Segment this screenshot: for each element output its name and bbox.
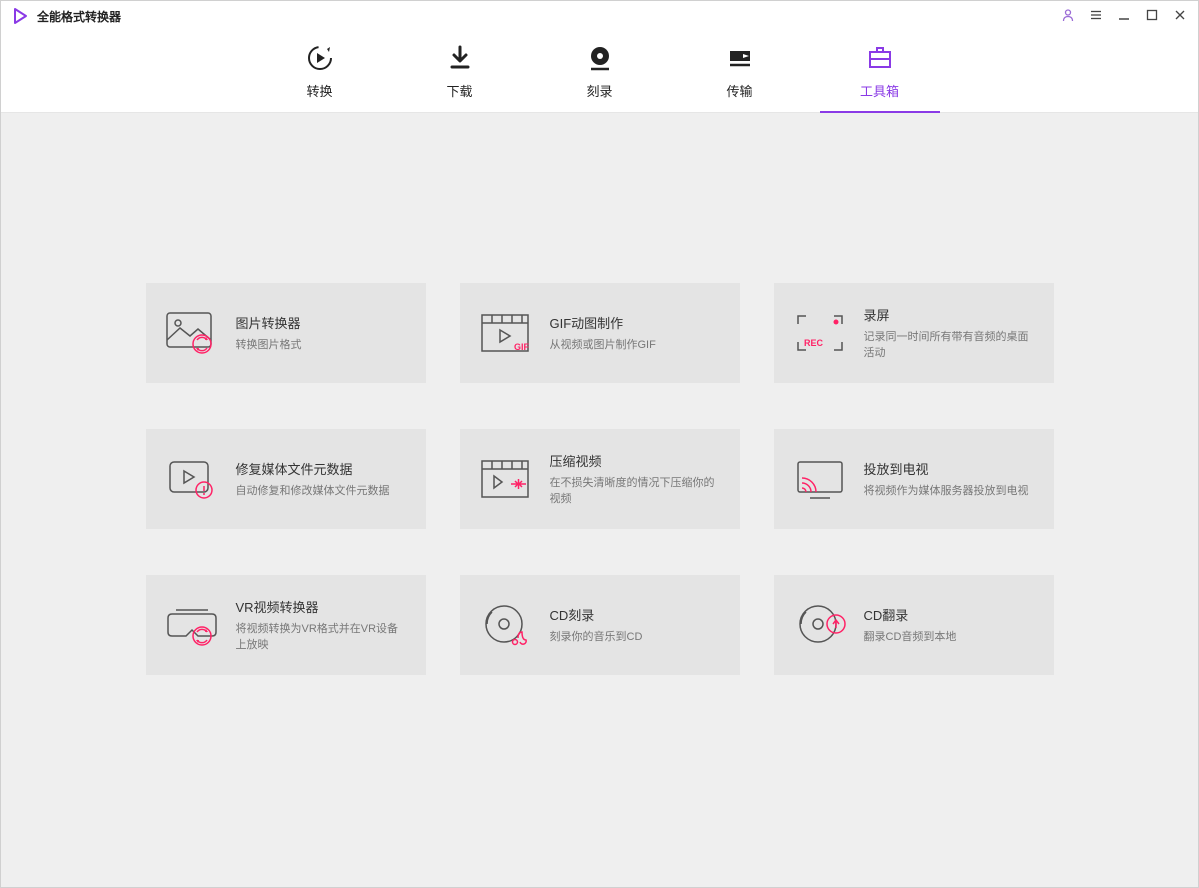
card-desc: 记录同一时间所有带有音频的桌面活动 <box>864 330 1036 361</box>
card-title: GIF动图制作 <box>550 313 656 332</box>
titlebar: 全能格式转换器 <box>1 1 1198 31</box>
svg-text:REC: REC <box>804 338 824 348</box>
compress-video-icon <box>478 451 534 507</box>
nav-label: 工具箱 <box>860 81 899 100</box>
cd-rip-icon <box>792 597 848 653</box>
card-text: VR视频转换器 将视频转换为VR格式并在VR设备上放映 <box>236 597 408 653</box>
toolbox-icon <box>865 43 895 73</box>
card-text: 录屏 记录同一时间所有带有音频的桌面活动 <box>864 305 1036 361</box>
nav-burn[interactable]: 刻录 <box>570 31 630 112</box>
card-desc: 自动修复和修改媒体文件元数据 <box>236 484 390 499</box>
card-title: VR视频转换器 <box>236 597 408 616</box>
card-desc: 翻录CD音频到本地 <box>864 630 957 645</box>
vr-converter-icon <box>164 597 220 653</box>
nav-download[interactable]: 下载 <box>430 31 490 112</box>
nav-convert[interactable]: 转换 <box>290 31 350 112</box>
card-title: CD刻录 <box>550 605 643 624</box>
convert-icon <box>305 43 335 73</box>
download-icon <box>445 43 475 73</box>
titlebar-right <box>1060 8 1188 25</box>
nav-label: 传输 <box>726 81 752 100</box>
card-title: CD翻录 <box>864 605 957 624</box>
minimize-button[interactable] <box>1116 8 1132 25</box>
tool-vr-converter[interactable]: VR视频转换器 将视频转换为VR格式并在VR设备上放映 <box>146 575 426 675</box>
fix-metadata-icon <box>164 451 220 507</box>
nav-toolbox[interactable]: 工具箱 <box>850 31 910 112</box>
app-logo-icon <box>11 7 29 25</box>
tool-cast-tv[interactable]: 投放到电视 将视频作为媒体服务器投放到电视 <box>774 429 1054 529</box>
card-title: 压缩视频 <box>550 451 722 470</box>
card-desc: 转换图片格式 <box>236 338 302 353</box>
menu-icon[interactable] <box>1088 8 1104 25</box>
cd-burn-icon <box>478 597 534 653</box>
card-desc: 将视频转换为VR格式并在VR设备上放映 <box>236 622 408 653</box>
tool-fix-metadata[interactable]: 修复媒体文件元数据 自动修复和修改媒体文件元数据 <box>146 429 426 529</box>
card-title: 录屏 <box>864 305 1036 324</box>
card-title: 投放到电视 <box>864 459 1029 478</box>
maximize-button[interactable] <box>1144 8 1160 25</box>
nav-label: 下载 <box>446 81 472 100</box>
cast-tv-icon <box>792 451 848 507</box>
card-title: 修复媒体文件元数据 <box>236 459 390 478</box>
tools-grid: 图片转换器 转换图片格式 GIF GIF动图制作 从视频或图片制作GIF REC… <box>146 283 1054 847</box>
nav-label: 刻录 <box>586 81 612 100</box>
card-title: 图片转换器 <box>236 313 302 332</box>
nav-transfer[interactable]: 传输 <box>710 31 770 112</box>
gif-maker-icon: GIF <box>478 305 534 361</box>
card-desc: 在不损失清晰度的情况下压缩你的视频 <box>550 476 722 507</box>
tool-gif-maker[interactable]: GIF GIF动图制作 从视频或图片制作GIF <box>460 283 740 383</box>
tool-image-converter[interactable]: 图片转换器 转换图片格式 <box>146 283 426 383</box>
card-desc: 刻录你的音乐到CD <box>550 630 643 645</box>
screen-recorder-icon: REC <box>792 305 848 361</box>
card-desc: 从视频或图片制作GIF <box>550 338 656 353</box>
app-title: 全能格式转换器 <box>37 8 121 25</box>
card-text: GIF动图制作 从视频或图片制作GIF <box>550 313 656 353</box>
tool-cd-burn[interactable]: CD刻录 刻录你的音乐到CD <box>460 575 740 675</box>
tool-screen-recorder[interactable]: REC 录屏 记录同一时间所有带有音频的桌面活动 <box>774 283 1054 383</box>
close-button[interactable] <box>1172 8 1188 25</box>
burn-icon <box>585 43 615 73</box>
content-area: 图片转换器 转换图片格式 GIF GIF动图制作 从视频或图片制作GIF REC… <box>1 113 1198 887</box>
tool-compress-video[interactable]: 压缩视频 在不损失清晰度的情况下压缩你的视频 <box>460 429 740 529</box>
card-text: 修复媒体文件元数据 自动修复和修改媒体文件元数据 <box>236 459 390 499</box>
card-text: 图片转换器 转换图片格式 <box>236 313 302 353</box>
svg-text:GIF: GIF <box>514 342 530 352</box>
nav-label: 转换 <box>306 81 332 100</box>
card-text: CD刻录 刻录你的音乐到CD <box>550 605 643 645</box>
card-text: 压缩视频 在不损失清晰度的情况下压缩你的视频 <box>550 451 722 507</box>
tool-cd-rip[interactable]: CD翻录 翻录CD音频到本地 <box>774 575 1054 675</box>
card-desc: 将视频作为媒体服务器投放到电视 <box>864 484 1029 499</box>
image-converter-icon <box>164 305 220 361</box>
card-text: 投放到电视 将视频作为媒体服务器投放到电视 <box>864 459 1029 499</box>
main-nav: 转换 下载 刻录 传输 工具箱 <box>1 31 1198 113</box>
transfer-icon <box>725 43 755 73</box>
titlebar-left: 全能格式转换器 <box>11 7 121 25</box>
user-icon[interactable] <box>1060 8 1076 25</box>
card-text: CD翻录 翻录CD音频到本地 <box>864 605 957 645</box>
